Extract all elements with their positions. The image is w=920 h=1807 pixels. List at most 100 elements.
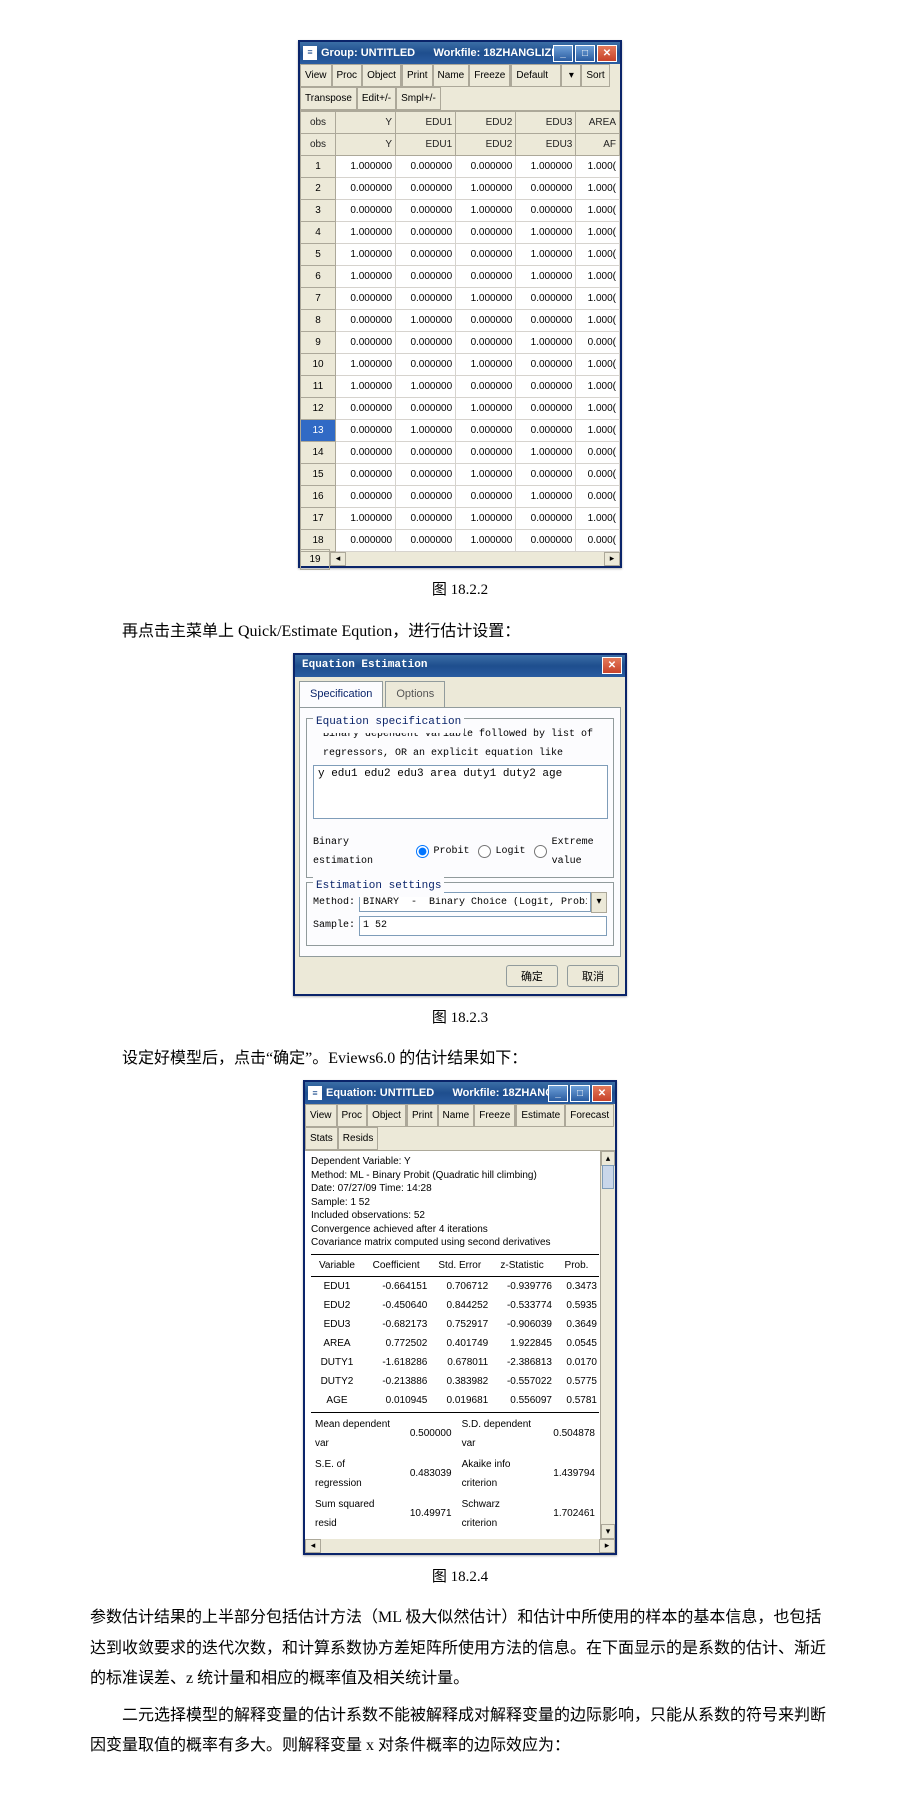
tb-proc[interactable]: Proc bbox=[332, 64, 363, 87]
col-header[interactable]: AREA bbox=[576, 112, 620, 134]
cell[interactable]: 1.000000 bbox=[336, 266, 396, 288]
row-header[interactable]: 6 bbox=[301, 266, 336, 288]
cell[interactable]: 0.000000 bbox=[396, 354, 456, 376]
cell[interactable]: 0.000000 bbox=[336, 420, 396, 442]
cell[interactable]: 1.000000 bbox=[336, 222, 396, 244]
cell[interactable]: 1.000000 bbox=[456, 354, 516, 376]
cell[interactable]: 1.000000 bbox=[336, 354, 396, 376]
cell[interactable]: 1.000000 bbox=[336, 376, 396, 398]
row-header[interactable]: 7 bbox=[301, 288, 336, 310]
cell[interactable]: 0.000000 bbox=[396, 200, 456, 222]
scroll-down-icon[interactable]: ▾ bbox=[601, 1524, 615, 1539]
cell[interactable]: 1.000( bbox=[576, 288, 620, 310]
cell[interactable]: 0.000000 bbox=[516, 178, 576, 200]
cell[interactable]: 1.000000 bbox=[456, 464, 516, 486]
out-h-scrollbar[interactable]: ◂ ▸ bbox=[305, 1539, 615, 1553]
close-button[interactable]: ✕ bbox=[602, 657, 622, 674]
tb-resids[interactable]: Resids bbox=[338, 1127, 379, 1150]
cell[interactable]: 1.000000 bbox=[456, 398, 516, 420]
cell[interactable]: 1.000000 bbox=[516, 442, 576, 464]
tb-object[interactable]: Object bbox=[367, 1104, 407, 1127]
cell[interactable]: 1.000000 bbox=[516, 486, 576, 508]
close-button[interactable]: ✕ bbox=[597, 45, 617, 62]
row-header[interactable]: 16 bbox=[301, 486, 336, 508]
cell[interactable]: 1.000000 bbox=[456, 178, 516, 200]
tb-transpose[interactable]: Transpose bbox=[300, 87, 357, 110]
cell[interactable]: 0.000000 bbox=[516, 200, 576, 222]
cell[interactable]: 1.000( bbox=[576, 376, 620, 398]
tb-smpl[interactable]: Smpl+/- bbox=[396, 87, 441, 110]
radio-logit[interactable] bbox=[478, 845, 491, 858]
cell[interactable]: 0.000000 bbox=[516, 508, 576, 530]
v-scrollbar[interactable]: ▴ ▾ bbox=[600, 1151, 615, 1539]
cell[interactable]: 0.000000 bbox=[396, 266, 456, 288]
equation-input[interactable]: y edu1 edu2 edu3 area duty1 duty2 age bbox=[313, 765, 608, 819]
cell[interactable]: 0.000000 bbox=[516, 310, 576, 332]
eqdlg-titlebar[interactable]: Equation Estimation ✕ bbox=[295, 655, 625, 677]
cell[interactable]: 1.000000 bbox=[516, 222, 576, 244]
tb-freeze[interactable]: Freeze bbox=[474, 1104, 516, 1127]
dropdown-icon[interactable]: ▾ bbox=[561, 64, 581, 87]
table-row[interactable]: 51.0000000.0000000.0000001.0000001.000( bbox=[301, 244, 620, 266]
h-scrollbar[interactable]: 19 ◂ ▸ bbox=[300, 552, 620, 566]
cell[interactable]: 1.000000 bbox=[336, 156, 396, 178]
row-header[interactable]: 2 bbox=[301, 178, 336, 200]
table-row[interactable]: 171.0000000.0000001.0000000.0000001.000( bbox=[301, 508, 620, 530]
scroll-left-icon[interactable]: ◂ bbox=[330, 552, 346, 566]
tb-sort[interactable]: Sort bbox=[581, 64, 609, 87]
col-header[interactable]: AF bbox=[576, 134, 620, 156]
close-button[interactable]: ✕ bbox=[592, 1085, 612, 1102]
row-header[interactable]: 9 bbox=[301, 332, 336, 354]
cell[interactable]: 0.000000 bbox=[456, 266, 516, 288]
ok-button[interactable]: 确定 bbox=[506, 965, 558, 987]
cell[interactable]: 0.000000 bbox=[516, 420, 576, 442]
cell[interactable]: 0.000000 bbox=[516, 288, 576, 310]
table-row[interactable]: 150.0000000.0000001.0000000.0000000.000( bbox=[301, 464, 620, 486]
cell[interactable]: 1.000( bbox=[576, 266, 620, 288]
table-row[interactable]: 20.0000000.0000001.0000000.0000001.000( bbox=[301, 178, 620, 200]
col-header[interactable]: EDU2 bbox=[456, 112, 516, 134]
tb-print[interactable]: Print bbox=[407, 1104, 438, 1127]
col-header[interactable]: Y bbox=[336, 134, 396, 156]
maximize-button[interactable]: □ bbox=[575, 45, 595, 62]
cell[interactable]: 0.000000 bbox=[336, 442, 396, 464]
cell[interactable]: 0.000000 bbox=[456, 156, 516, 178]
cell[interactable]: 1.000000 bbox=[396, 376, 456, 398]
col-header[interactable]: EDU2 bbox=[456, 134, 516, 156]
scroll-thumb[interactable] bbox=[602, 1165, 614, 1189]
tb-name[interactable]: Name bbox=[438, 1104, 475, 1127]
tab-specification[interactable]: Specification bbox=[299, 681, 383, 707]
cell[interactable]: 0.000( bbox=[576, 442, 620, 464]
scroll-up-icon[interactable]: ▴ bbox=[601, 1151, 615, 1166]
table-row[interactable]: 90.0000000.0000000.0000001.0000000.000( bbox=[301, 332, 620, 354]
cell[interactable]: 0.000000 bbox=[396, 464, 456, 486]
cell[interactable]: 0.000000 bbox=[336, 332, 396, 354]
cell[interactable]: 0.000000 bbox=[516, 398, 576, 420]
cell[interactable]: 0.000000 bbox=[396, 486, 456, 508]
table-row[interactable]: 111.0000001.0000000.0000000.0000001.000( bbox=[301, 376, 620, 398]
cell[interactable]: 0.000000 bbox=[396, 508, 456, 530]
tab-options[interactable]: Options bbox=[385, 681, 445, 707]
sample-input[interactable] bbox=[359, 916, 607, 936]
maximize-button[interactable]: □ bbox=[570, 1085, 590, 1102]
cell[interactable]: 1.000( bbox=[576, 420, 620, 442]
table-row[interactable]: 11.0000000.0000000.0000001.0000001.000( bbox=[301, 156, 620, 178]
cell[interactable]: 1.000( bbox=[576, 156, 620, 178]
cell[interactable]: 0.000000 bbox=[456, 244, 516, 266]
row-header[interactable]: 1 bbox=[301, 156, 336, 178]
table-row[interactable]: 61.0000000.0000000.0000001.0000001.000( bbox=[301, 266, 620, 288]
tb-default[interactable]: Default bbox=[511, 64, 561, 87]
table-row[interactable]: 180.0000000.0000001.0000000.0000000.000( bbox=[301, 530, 620, 552]
row-header[interactable]: 13 bbox=[301, 420, 336, 442]
table-row[interactable]: 130.0000001.0000000.0000000.0000001.000( bbox=[301, 420, 620, 442]
row-header[interactable]: 11 bbox=[301, 376, 336, 398]
cell[interactable]: 1.000000 bbox=[456, 288, 516, 310]
cell[interactable]: 0.000000 bbox=[396, 178, 456, 200]
cell[interactable]: 0.000000 bbox=[336, 200, 396, 222]
cell[interactable]: 1.000( bbox=[576, 200, 620, 222]
table-row[interactable]: 30.0000000.0000001.0000000.0000001.000( bbox=[301, 200, 620, 222]
row-header[interactable]: 12 bbox=[301, 398, 336, 420]
cell[interactable]: 0.000000 bbox=[456, 486, 516, 508]
row-header[interactable]: 17 bbox=[301, 508, 336, 530]
tb-stats[interactable]: Stats bbox=[305, 1127, 338, 1150]
